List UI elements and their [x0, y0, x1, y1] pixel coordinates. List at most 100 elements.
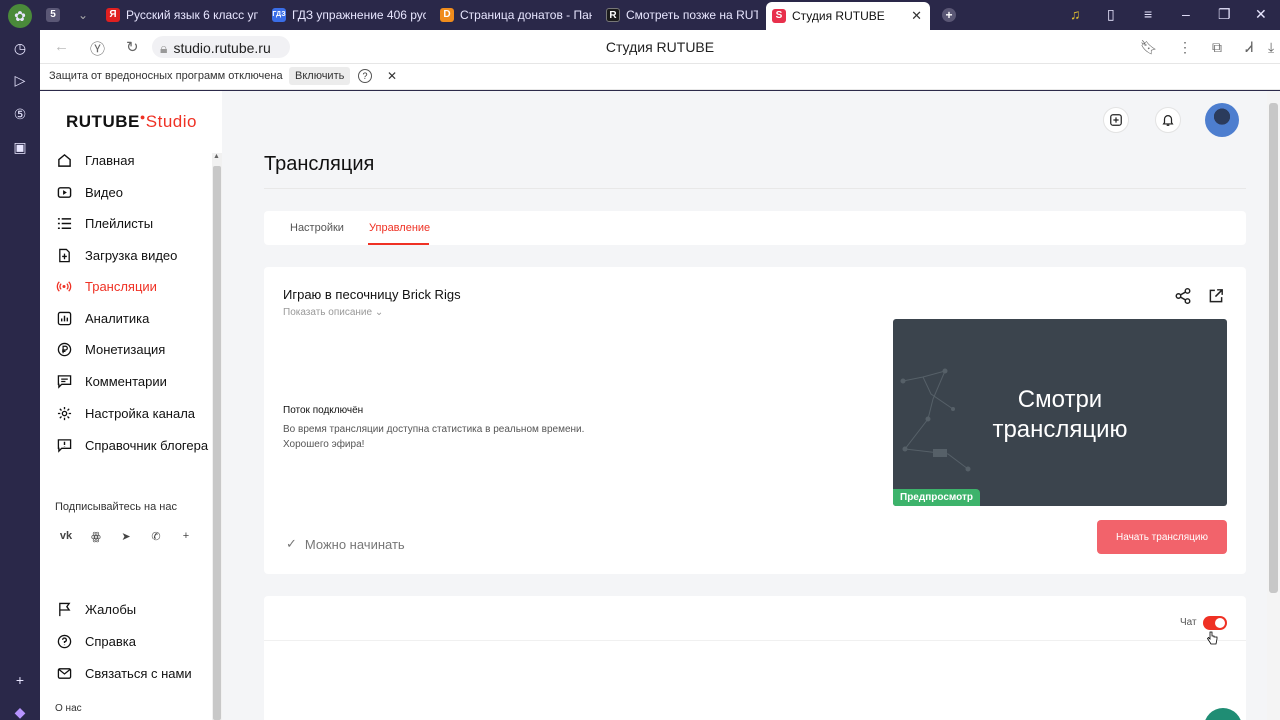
stream-card: Играю в песочницу Brick Rigs Показать оп…: [264, 267, 1246, 574]
bookmarks-icon[interactable]: ▯: [1107, 6, 1115, 23]
sidebar-item-label: Настройка канала: [85, 405, 196, 421]
tab-count-badge[interactable]: 5: [40, 4, 66, 26]
sidebar-item-complaints[interactable]: Жалобы: [56, 597, 136, 621]
tab-rutube-studio[interactable]: S Студия RUTUBE ✕: [766, 2, 930, 30]
sidebar-item-contact[interactable]: Связаться с нами: [56, 661, 192, 685]
menu-icon[interactable]: ≡: [1144, 6, 1152, 22]
tab-settings[interactable]: Настройки: [290, 222, 344, 234]
enable-protection-button[interactable]: Включить: [289, 67, 351, 85]
show-description-toggle[interactable]: Показать описание ⌄: [283, 307, 383, 318]
gdz-favicon-icon: ГДЗ: [272, 8, 286, 22]
music-icon[interactable]: ♫: [1070, 6, 1081, 22]
sidebar-item-label: Трансляции: [85, 278, 157, 294]
yandex-favicon-icon: Я: [106, 8, 120, 22]
external-link-icon[interactable]: [1207, 287, 1225, 305]
close-window-icon[interactable]: ✕: [1255, 6, 1267, 23]
viber-icon[interactable]: ✆: [147, 527, 165, 545]
playlist-icon: [56, 215, 72, 231]
security-infobar: Защита от вредоносных программ отключена…: [40, 64, 1280, 90]
tab-russian-language[interactable]: Я Русский язык 6 класс упр: [100, 4, 258, 26]
tab-list-chevron-icon[interactable]: ⌄: [72, 4, 90, 26]
sidebar-item-analytics[interactable]: Аналитика: [56, 306, 149, 330]
sidebar-item-label: Монетизация: [85, 341, 166, 357]
chat-label: Чат: [1180, 617, 1197, 628]
preview-text: Смотри трансляцию: [893, 385, 1227, 445]
tab-label: Студия RUTUBE: [792, 9, 885, 23]
sidebar-item-blogger-guide[interactable]: Справочник блогера: [56, 433, 208, 457]
assistant-icon[interactable]: ◆: [8, 700, 32, 720]
extensions-icon[interactable]: ⧉: [1212, 39, 1222, 56]
sidebar-item-playlists[interactable]: Плейлисты: [56, 211, 153, 235]
info-icon: [56, 437, 72, 453]
rutube-studio-logo[interactable]: RUTUBE●Studio: [66, 112, 197, 132]
browser-tab-bar: 5 ⌄ Я Русский язык 6 класс упр ГДЗ ГДЗ у…: [0, 0, 1280, 30]
sidebar-item-home[interactable]: Главная: [56, 148, 134, 172]
telegram-icon[interactable]: ➤: [117, 527, 135, 545]
upload-icon: [56, 247, 72, 263]
stream-preview[interactable]: Смотри трансляцию Предпросмотр: [893, 319, 1227, 506]
ready-status: ✓ Можно начинать: [286, 536, 405, 552]
sidebar-item-video[interactable]: Видео: [56, 180, 123, 204]
play-icon[interactable]: ▷: [8, 68, 32, 92]
more-options-icon[interactable]: ⋮: [1178, 39, 1192, 56]
sidebar-item-comments[interactable]: Комментарии: [56, 369, 167, 393]
sidebar-item-monetization[interactable]: Монетизация: [56, 337, 165, 361]
security-warning-text: Защита от вредоносных программ отключена: [49, 70, 283, 82]
reader-icon[interactable]: Ꮧ: [1246, 39, 1253, 56]
rutube-favicon-icon: R: [606, 8, 620, 22]
vk-icon[interactable]: vk: [57, 527, 75, 545]
bookmark-icon[interactable]: 🔖︎: [1140, 39, 1158, 56]
download-icon[interactable]: ⤓: [1268, 39, 1274, 56]
share-icon[interactable]: [1174, 287, 1192, 305]
tab-donations[interactable]: D Страница донатов - Пане: [434, 4, 592, 26]
close-infobar-icon[interactable]: ✕: [387, 69, 397, 83]
start-broadcast-button[interactable]: Начать трансляцию: [1097, 520, 1227, 554]
comment-icon: [56, 373, 72, 389]
new-tab-button[interactable]: +: [936, 4, 958, 26]
tab-gdz[interactable]: ГДЗ ГДЗ упражнение 406 рус: [266, 4, 426, 26]
avatar[interactable]: [1205, 103, 1239, 137]
browser-side-panel: ✿ ◷ ▷ ⑤ ▣ + ◆: [0, 0, 40, 720]
page-scroll-thumb[interactable]: [1269, 103, 1278, 593]
donation-favicon-icon: D: [440, 8, 454, 22]
bell-icon: [1162, 115, 1174, 126]
tab-watch-later[interactable]: R Смотреть позже на RUTU: [600, 4, 758, 26]
chevron-down-icon: ⌄: [374, 307, 384, 318]
help-icon[interactable]: ?: [358, 69, 372, 83]
about-link[interactable]: О нас: [55, 703, 82, 714]
odnoklassniki-icon[interactable]: ꙮ: [87, 527, 105, 545]
tab-count-badge-text: 5: [46, 8, 60, 22]
notifications-button[interactable]: [1155, 107, 1181, 133]
sidebar-item-help[interactable]: Справка: [56, 629, 136, 653]
tab-label: Страница донатов - Пане: [460, 8, 592, 22]
sidebar-item-channel-settings[interactable]: Настройка канала: [56, 401, 195, 425]
minimize-icon[interactable]: –: [1182, 6, 1190, 22]
sidebar-item-upload[interactable]: Загрузка видео: [56, 243, 177, 267]
gallery-icon[interactable]: ▣: [8, 135, 32, 159]
check-icon: ✓: [286, 536, 297, 551]
plus-icon: +: [942, 8, 956, 22]
hand-cursor-icon: [1206, 631, 1218, 645]
close-tab-icon[interactable]: ✕: [911, 8, 922, 24]
subscribe-label: Подписывайтесь на нас: [55, 501, 177, 513]
sidebar-item-broadcasts[interactable]: Трансляции: [56, 274, 157, 298]
sidebar-item-label: Связаться с нами: [85, 665, 192, 681]
add-content-button[interactable]: [1103, 107, 1129, 133]
more-social-icon[interactable]: +: [177, 527, 195, 545]
sidebar-item-label: Главная: [85, 152, 135, 168]
add-panel-icon[interactable]: +: [8, 668, 32, 692]
five-icon[interactable]: ⑤: [8, 102, 32, 126]
scroll-up-arrow-icon[interactable]: ▲: [213, 153, 220, 160]
sidebar: RUTUBE●Studio Главная Видео Плейлисты За…: [40, 91, 222, 720]
broadcast-icon: [56, 278, 72, 294]
chat-toggle[interactable]: [1203, 616, 1227, 630]
studio-favicon-icon: S: [772, 9, 786, 23]
tabs-card: Настройки Управление: [264, 211, 1246, 245]
gear-icon: [56, 405, 72, 421]
sidebar-scroll-thumb[interactable]: [213, 166, 221, 720]
restore-icon[interactable]: ❐: [1218, 6, 1231, 23]
app-logo-icon[interactable]: ✿: [8, 4, 32, 28]
tab-management[interactable]: Управление: [369, 222, 430, 234]
logo-main-text: RUTUBE: [66, 112, 140, 131]
history-icon[interactable]: ◷: [8, 36, 32, 60]
